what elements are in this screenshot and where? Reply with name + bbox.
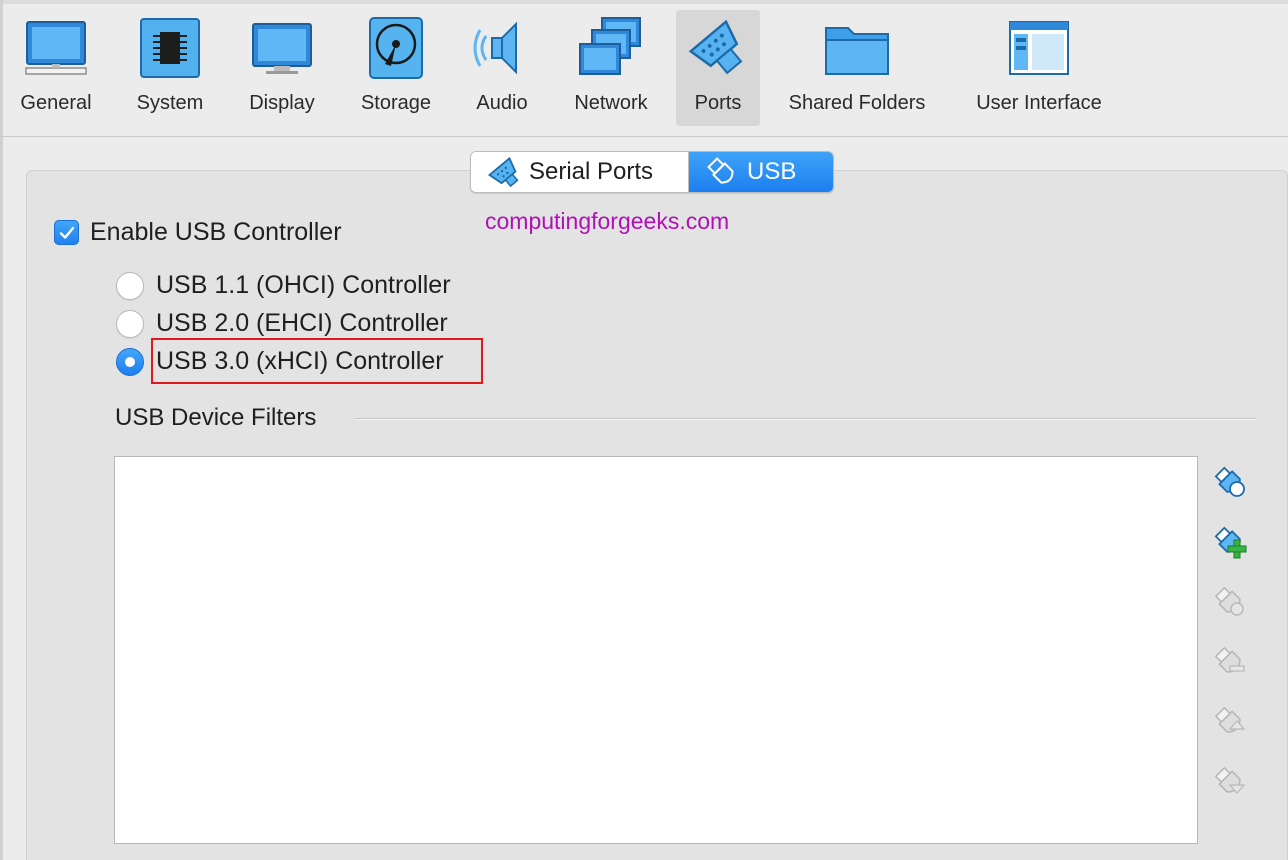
toolbar-item-audio[interactable]: Audio: [462, 10, 542, 126]
serial-port-icon: [487, 155, 521, 189]
shared-folders-icon: [821, 10, 893, 86]
enable-usb-controller-checkbox[interactable]: Enable USB Controller: [54, 218, 342, 247]
storage-icon: [360, 10, 432, 86]
remove-filter-icon: [1213, 645, 1247, 684]
edit-filter-button[interactable]: [1210, 584, 1250, 624]
radio-label: USB 1.1 (OHCI) Controller: [156, 271, 451, 299]
toolbar-item-label: Ports: [694, 92, 742, 114]
move-filter-down-icon: [1213, 765, 1247, 804]
toolbar-item-user-interface[interactable]: User Interface: [964, 10, 1114, 126]
usb-icon: [705, 155, 739, 189]
group-divider: [354, 418, 1256, 420]
tab-label: USB: [747, 158, 797, 185]
edit-filter-icon: [1213, 585, 1247, 624]
radio-label: USB 2.0 (EHCI) Controller: [156, 309, 448, 337]
toolbar-item-label: Storage: [360, 92, 432, 114]
remove-filter-button[interactable]: [1210, 644, 1250, 684]
radio-usb-3-0[interactable]: USB 3.0 (xHCI) Controller: [116, 347, 444, 376]
add-empty-filter-icon: [1213, 465, 1247, 504]
toolbar-item-shared-folders[interactable]: Shared Folders: [778, 10, 936, 126]
display-icon: [246, 10, 318, 86]
toolbar-item-label: Shared Folders: [788, 92, 926, 114]
user-interface-icon: [1003, 10, 1075, 86]
toolbar-item-label: Display: [249, 92, 315, 114]
radio-button-selected: [116, 347, 144, 376]
settings-toolbar: General System Display Storage Audio Net…: [0, 0, 1288, 137]
toolbar-item-system[interactable]: System: [128, 10, 212, 126]
checkmark-icon: [54, 220, 79, 245]
toolbar-item-label: Network: [574, 92, 648, 114]
radio-usb-1-1[interactable]: USB 1.1 (OHCI) Controller: [116, 271, 451, 300]
add-device-filter-icon: [1213, 525, 1247, 564]
ports-tab-bar: Serial Ports USB: [470, 151, 834, 193]
move-filter-up-icon: [1213, 705, 1247, 744]
toolbar-item-label: User Interface: [976, 92, 1102, 114]
tab-usb[interactable]: USB: [689, 152, 833, 192]
move-filter-up-button[interactable]: [1210, 704, 1250, 744]
toolbar-item-label: System: [136, 92, 204, 114]
general-icon: [20, 10, 92, 86]
usb-device-filters-list[interactable]: [114, 456, 1198, 844]
settings-window: General System Display Storage Audio Net…: [0, 0, 1288, 860]
toolbar-item-ports[interactable]: Ports: [676, 10, 760, 126]
toolbar-item-display[interactable]: Display: [240, 10, 324, 126]
move-filter-down-button[interactable]: [1210, 764, 1250, 804]
toolbar-item-network[interactable]: Network: [566, 10, 656, 126]
add-empty-filter-button[interactable]: [1210, 464, 1250, 504]
toolbar-item-storage[interactable]: Storage: [354, 10, 438, 126]
enable-usb-controller-label: Enable USB Controller: [90, 218, 342, 246]
radio-label: USB 3.0 (xHCI) Controller: [156, 347, 444, 375]
radio-usb-2-0[interactable]: USB 2.0 (EHCI) Controller: [116, 309, 448, 338]
toolbar-item-label: General: [20, 92, 92, 114]
audio-icon: [466, 10, 538, 86]
radio-button: [116, 309, 144, 338]
tab-serial-ports[interactable]: Serial Ports: [471, 152, 689, 192]
tab-label: Serial Ports: [529, 158, 654, 185]
system-icon: [134, 10, 206, 86]
toolbar-item-general[interactable]: General: [14, 10, 98, 126]
ports-icon: [682, 10, 754, 86]
usb-device-filters-label: USB Device Filters: [115, 404, 317, 431]
toolbar-item-label: Audio: [476, 92, 528, 114]
watermark-text: computingforgeeks.com: [485, 208, 730, 234]
radio-button: [116, 271, 144, 300]
add-device-filter-button[interactable]: [1210, 524, 1250, 564]
network-icon: [575, 10, 647, 86]
